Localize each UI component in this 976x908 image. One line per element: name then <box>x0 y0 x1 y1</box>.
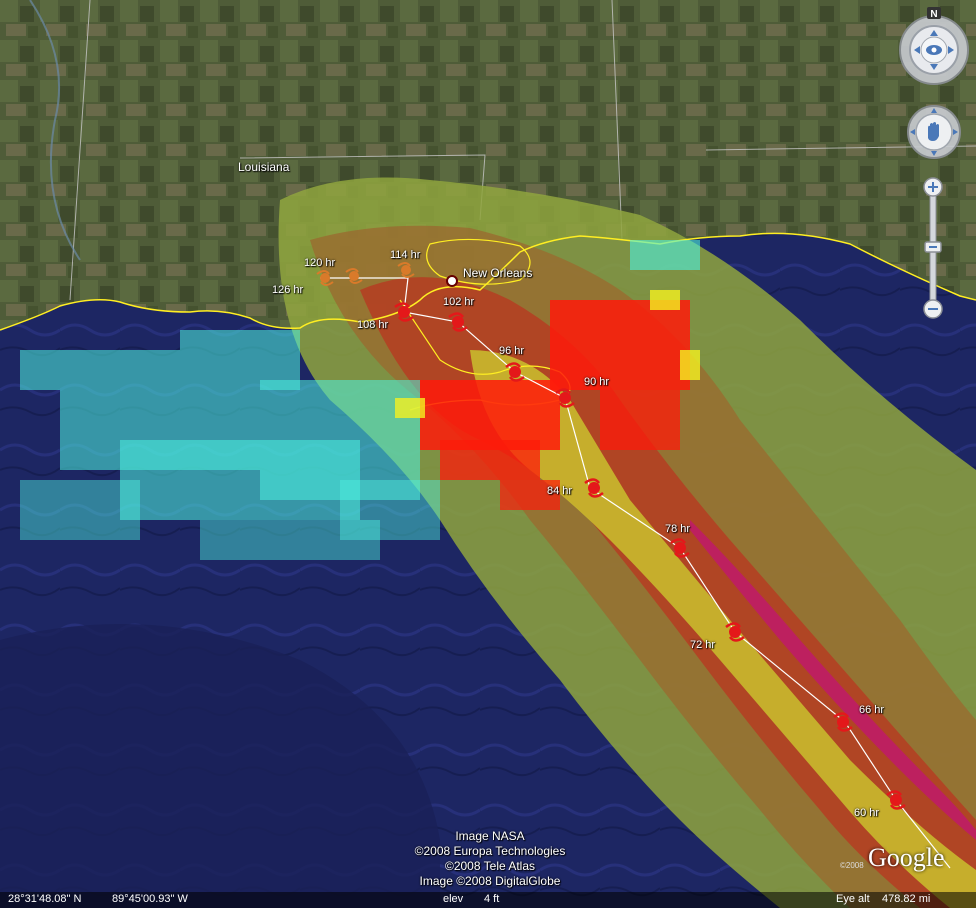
move-control[interactable] <box>906 104 962 160</box>
zoom-slider-thumb[interactable] <box>924 241 942 253</box>
elevation-label: elev <box>443 893 464 905</box>
zoom-in-button[interactable] <box>923 177 943 197</box>
look-control[interactable]: N <box>896 6 972 88</box>
zoom-control[interactable] <box>920 176 946 322</box>
state-label: Louisiana <box>238 160 290 174</box>
latitude-readout: 28°31'48.08" N <box>8 893 82 905</box>
forecast-label: 60 hr <box>854 807 880 819</box>
forecast-label: 84 hr <box>547 485 573 497</box>
imagery-credits: Image NASA ©2008 Europa Technologies ©20… <box>400 829 580 889</box>
forecast-label: 102 hr <box>443 296 475 308</box>
zoom-out-button[interactable] <box>923 299 943 319</box>
forecast-label: 126 hr <box>272 284 304 296</box>
map-view[interactable]: Louisiana New Orleans 120 hr 114 hr 126 … <box>0 0 976 908</box>
credit-line: Image NASA <box>455 829 525 843</box>
forecast-label: 120 hr <box>304 257 336 269</box>
longitude-readout: 89°45'00.93" W <box>112 893 188 905</box>
status-bar: 28°31'48.08" N 89°45'00.93" W elev 4 ft … <box>0 892 976 908</box>
forecast-label: 66 hr <box>859 704 885 716</box>
credit-line: Image ©2008 DigitalGlobe <box>419 874 561 888</box>
forecast-label: 78 hr <box>665 523 691 535</box>
logo-copyright: ©2008 <box>840 861 864 870</box>
credit-line: ©2008 Tele Atlas <box>444 859 536 873</box>
google-logo: Google <box>868 843 945 872</box>
eye-altitude-label: Eye alt <box>836 893 870 905</box>
credit-line: ©2008 Europa Technologies <box>414 844 566 858</box>
city-label[interactable]: New Orleans <box>463 266 532 280</box>
elevation-value: 4 ft <box>484 893 500 905</box>
city-marker[interactable] <box>446 275 458 287</box>
forecast-label: 96 hr <box>499 345 525 357</box>
map-canvas[interactable] <box>0 0 976 908</box>
north-indicator[interactable]: N <box>930 9 937 20</box>
forecast-label: 108 hr <box>357 319 389 331</box>
forecast-label: 90 hr <box>584 376 610 388</box>
forecast-label: 72 hr <box>690 639 716 651</box>
eye-altitude-value: 478.82 mi <box>882 893 931 905</box>
forecast-label: 114 hr <box>390 249 421 261</box>
